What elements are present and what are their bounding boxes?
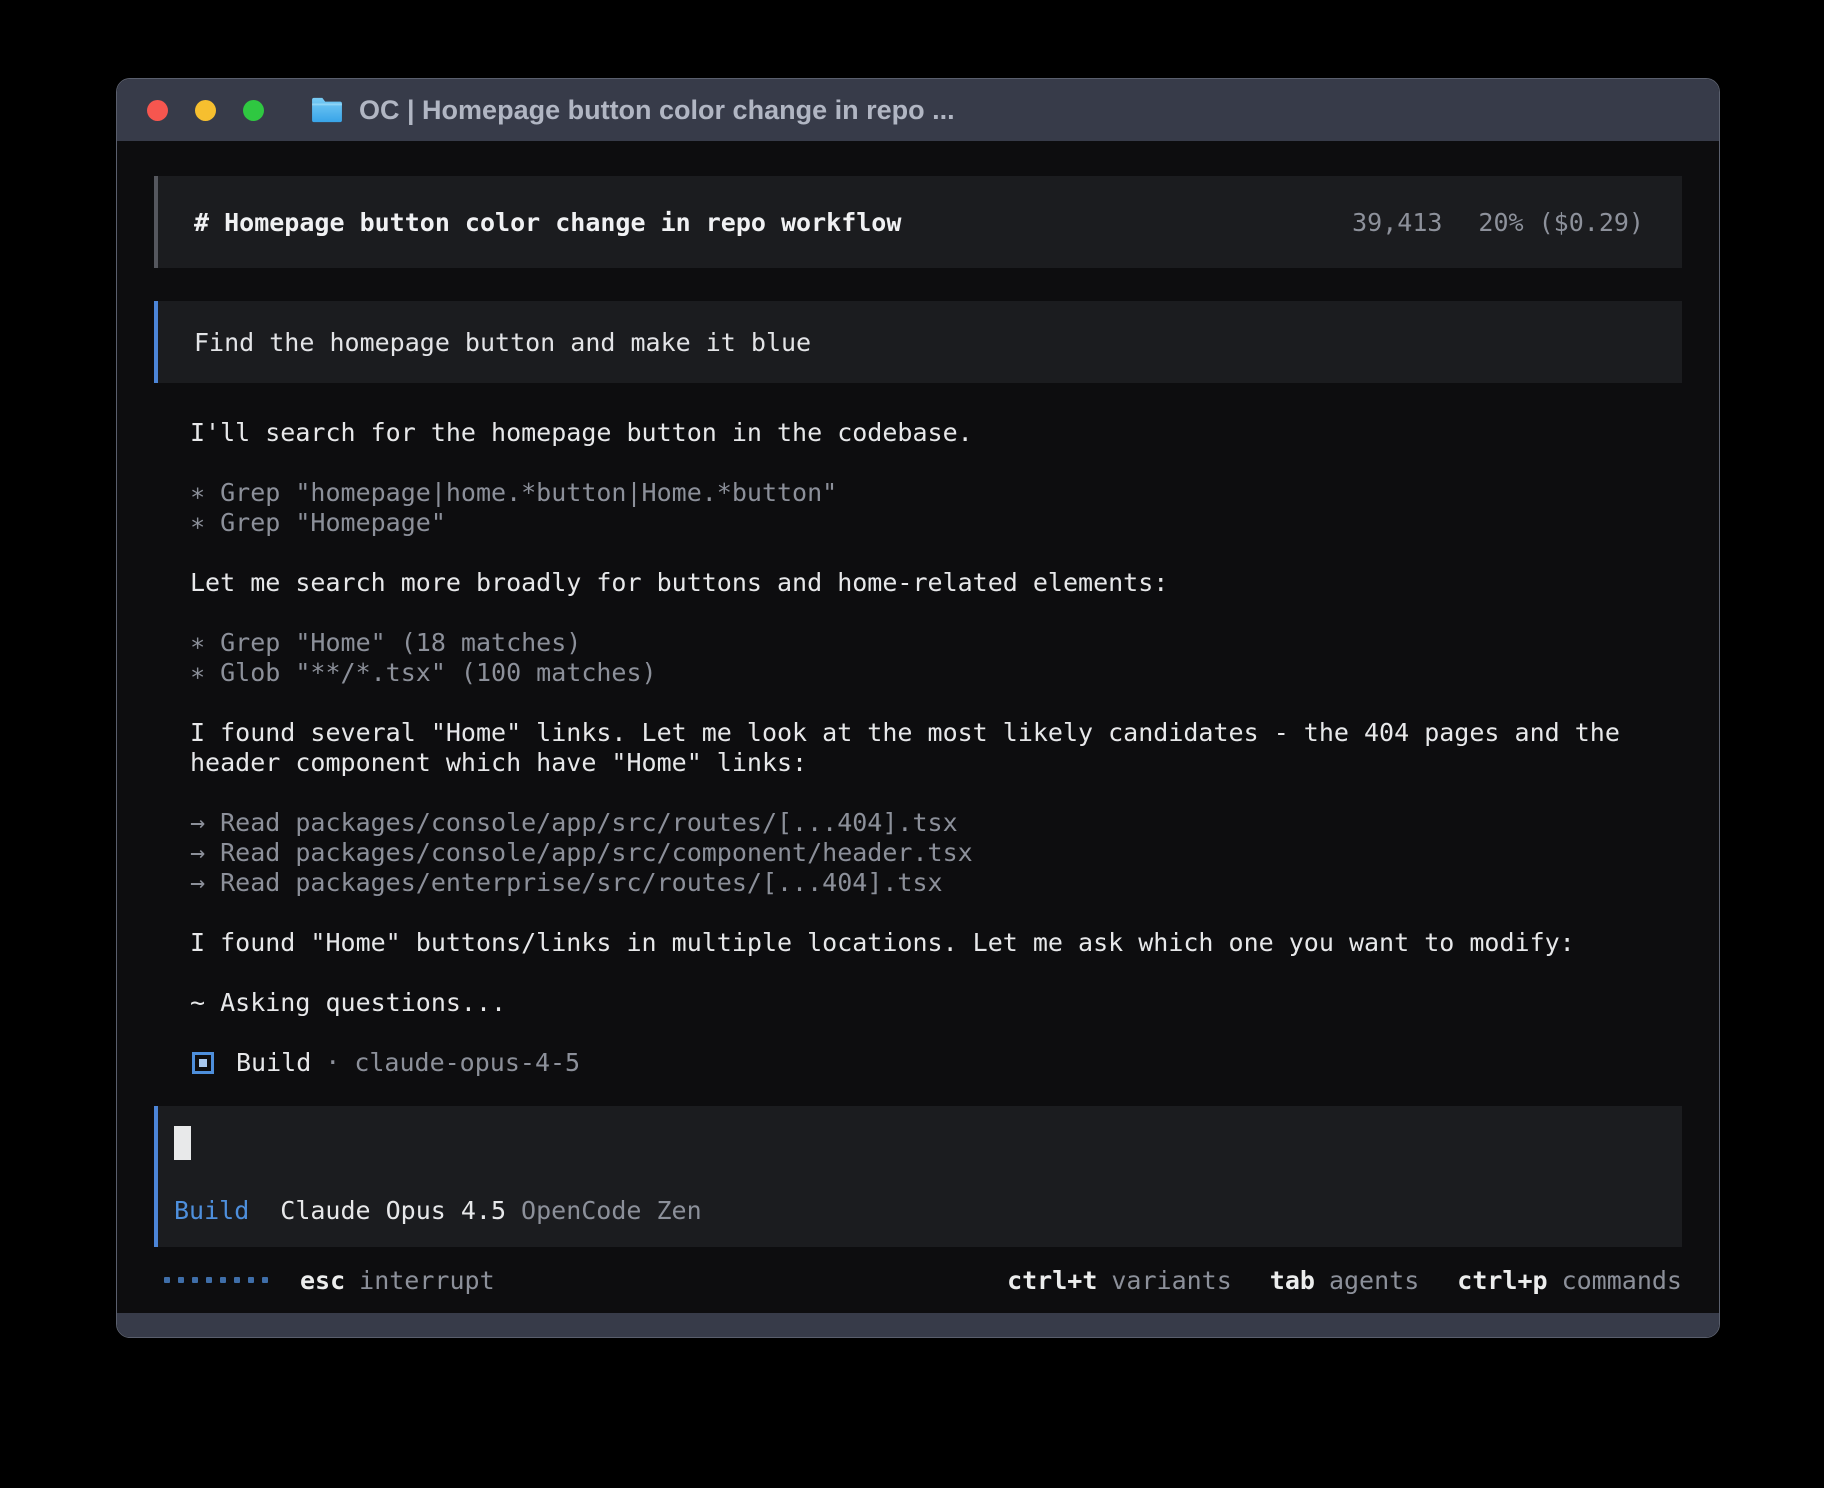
transcript-group: I'll search for the homepage button in t… <box>190 418 1682 448</box>
transcript-group: I found several "Home" links. Let me loo… <box>190 718 1682 778</box>
transcript-line: → Read packages/console/app/src/routes/[… <box>190 808 1682 838</box>
window-title: OC | Homepage button color change in rep… <box>359 95 955 126</box>
context-cost: 20% ($0.29) <box>1478 208 1644 237</box>
keyboard-hints: ctrl+t variants tab agents ctrl+p commands <box>1007 1266 1682 1295</box>
hint-label: agents <box>1329 1266 1419 1295</box>
session-header: # Homepage button color change in repo w… <box>154 176 1682 268</box>
traffic-lights <box>147 100 264 121</box>
user-message: Find the homepage button and make it blu… <box>154 301 1682 383</box>
transcript-line: ∗ Glob "**/*.tsx" (100 matches) <box>190 658 1682 688</box>
transcript-group: I found "Home" buttons/links in multiple… <box>190 928 1682 958</box>
hint-label: commands <box>1562 1266 1682 1295</box>
session-title: # Homepage button color change in repo w… <box>194 208 901 237</box>
agent-separator: · <box>325 1048 340 1078</box>
agent-status-row: Build · claude-opus-4-5 <box>154 1048 1682 1078</box>
transcript-line: ∗ Grep "Homepage" <box>190 508 1682 538</box>
esc-key-label: interrupt <box>359 1266 494 1295</box>
transcript-group: ~ Asking questions... <box>190 988 1682 1018</box>
keyboard-hint: ctrl+p commands <box>1457 1266 1682 1295</box>
transcript-group: ∗ Grep "homepage|home.*button|Home.*butt… <box>190 478 1682 538</box>
maximize-button[interactable] <box>243 100 264 121</box>
spinner-dot <box>262 1277 268 1283</box>
spinner-dot <box>248 1277 254 1283</box>
transcript-group: → Read packages/console/app/src/routes/[… <box>190 808 1682 898</box>
transcript-line: header component which have "Home" links… <box>190 748 1682 778</box>
hint-label: variants <box>1111 1266 1231 1295</box>
agent-name: Build <box>236 1048 311 1078</box>
minimize-button[interactable] <box>195 100 216 121</box>
agent-square-icon <box>192 1052 214 1074</box>
transcript-line: I found "Home" buttons/links in multiple… <box>190 928 1682 958</box>
spinner-dot <box>192 1277 198 1283</box>
transcript-line: I found several "Home" links. Let me loo… <box>190 718 1682 748</box>
transcript-group: ∗ Grep "Home" (18 matches)∗ Glob "**/*.t… <box>190 628 1682 688</box>
input-status-line: Build Claude Opus 4.5 OpenCode Zen <box>174 1196 1666 1225</box>
assistant-transcript: I'll search for the homepage button in t… <box>154 418 1682 1048</box>
spinner-dots <box>164 1277 268 1283</box>
folder-icon <box>310 96 344 124</box>
spinner-dot <box>206 1277 212 1283</box>
transcript-group: Let me search more broadly for buttons a… <box>190 568 1682 598</box>
terminal-window: OC | Homepage button color change in rep… <box>116 78 1720 1338</box>
status-left: esc interrupt <box>164 1266 495 1295</box>
spinner-dot <box>164 1277 170 1283</box>
transcript-line: ∗ Grep "Home" (18 matches) <box>190 628 1682 658</box>
window-titlebar[interactable]: OC | Homepage button color change in rep… <box>117 79 1719 141</box>
keyboard-hint: tab agents <box>1270 1266 1419 1295</box>
hint-key: ctrl+p <box>1457 1266 1547 1295</box>
provider-name: OpenCode Zen <box>521 1196 702 1225</box>
esc-key-hint: esc <box>300 1266 345 1295</box>
close-button[interactable] <box>147 100 168 121</box>
transcript-line: ~ Asking questions... <box>190 988 1682 1018</box>
transcript-line: → Read packages/enterprise/src/routes/[.… <box>190 868 1682 898</box>
session-stats: 39,413 20% ($0.29) <box>1352 208 1644 237</box>
text-cursor <box>174 1126 191 1160</box>
transcript-line: I'll search for the homepage button in t… <box>190 418 1682 448</box>
hint-key: tab <box>1270 1266 1315 1295</box>
token-count: 39,413 <box>1352 208 1442 237</box>
transcript-line: Let me search more broadly for buttons a… <box>190 568 1682 598</box>
spinner-dot <box>234 1277 240 1283</box>
prompt-input[interactable]: Build Claude Opus 4.5 OpenCode Zen <box>154 1106 1682 1247</box>
status-bar: esc interrupt ctrl+tvariantstabagentsctr… <box>154 1265 1682 1295</box>
model-name: Claude Opus 4.5 <box>280 1196 506 1225</box>
hint-key: ctrl+t <box>1007 1266 1097 1295</box>
transcript-line: ∗ Grep "homepage|home.*button|Home.*butt… <box>190 478 1682 508</box>
agent-model: claude-opus-4-5 <box>354 1048 580 1078</box>
spinner-dot <box>220 1277 226 1283</box>
spinner-dot <box>178 1277 184 1283</box>
window-footer-bar <box>117 1313 1719 1337</box>
transcript-line: → Read packages/console/app/src/componen… <box>190 838 1682 868</box>
mode-badge[interactable]: Build <box>174 1196 249 1225</box>
user-message-text: Find the homepage button and make it blu… <box>194 328 811 357</box>
terminal-content: # Homepage button color change in repo w… <box>117 141 1719 1313</box>
keyboard-hint: ctrl+t variants <box>1007 1266 1232 1295</box>
